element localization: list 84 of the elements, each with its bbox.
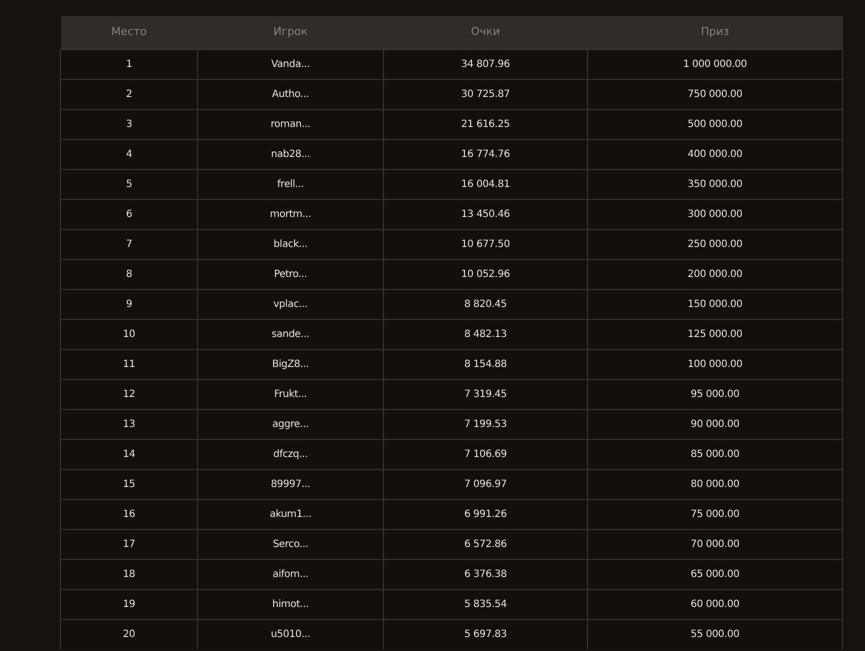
table-cell: 70 000.00 [588,529,842,559]
table-cell: 8 154.88 [384,349,588,379]
table-cell: 75 000.00 [588,499,842,529]
table-cell: 500 000.00 [588,109,842,139]
table-cell: 2 [60,79,198,109]
table-cell: 30 725.87 [384,79,588,109]
table-cell: 7 [60,229,198,259]
table-cell: 10 677.50 [384,229,588,259]
table-cell: 6 991.26 [384,499,588,529]
table-cell: 150 000.00 [588,289,842,319]
table-cell: 10 [60,319,198,349]
table-cell: 12 [60,379,198,409]
table-cell: 85 000.00 [588,439,842,469]
table-cell: 16 [60,499,198,529]
table-cell: 20 [60,619,198,649]
table-cell: 350 000.00 [588,169,842,199]
table-cell: vplac... [198,289,384,319]
table-cell: 60 000.00 [588,589,842,619]
table-cell: 5 [60,169,198,199]
table-cell: 6 [60,199,198,229]
table-cell: 3 [60,109,198,139]
table-cell: 4 [60,139,198,169]
table-cell: 125 000.00 [588,319,842,349]
table-cell: 1 000 000.00 [588,49,842,79]
table-cell: 7 106.69 [384,439,588,469]
table-cell: 16 004.81 [384,169,588,199]
table-cell: 100 000.00 [588,349,842,379]
column-header: Приз [588,16,842,49]
table-cell: 90 000.00 [588,409,842,439]
table-cell: 17 [60,529,198,559]
table-cell: 7 319.45 [384,379,588,409]
table-cell: frell... [198,169,384,199]
table-cell: 21 616.25 [384,109,588,139]
table-cell: sande... [198,319,384,349]
table-cell: aggre... [198,409,384,439]
table-cell: Petro... [198,259,384,289]
table-cell: 7 199.53 [384,409,588,439]
table-cell: 400 000.00 [588,139,842,169]
table-cell: BigZ8... [198,349,384,379]
table-cell: mortm... [198,199,384,229]
table-cell: 13 450.46 [384,199,588,229]
table-cell: 34 807.96 [384,49,588,79]
table-cell: 80 000.00 [588,469,842,499]
table-cell: 18 [60,559,198,589]
table-cell: 15 [60,469,198,499]
table-cell: 13 [60,409,198,439]
table-cell: Serco... [198,529,384,559]
table-cell: 5 835.54 [384,589,588,619]
table-cell: Autho... [198,79,384,109]
table-cell: roman... [198,109,384,139]
table-cell: akum1... [198,499,384,529]
table-cell: 200 000.00 [588,259,842,289]
table-cell: 5 697.83 [384,619,588,649]
table-cell: 250 000.00 [588,229,842,259]
table-cell: 8 482.13 [384,319,588,349]
table-cell: 89997... [198,469,384,499]
table-cell: 95 000.00 [588,379,842,409]
table-cell: himot... [198,589,384,619]
table-cell: 8 [60,259,198,289]
table-cell: 16 774.76 [384,139,588,169]
table-cell: Frukt... [198,379,384,409]
table-cell: 6 376.38 [384,559,588,589]
table-cell: 9 [60,289,198,319]
column-header: Очки [384,16,588,49]
table-cell: 8 820.45 [384,289,588,319]
table-cell: 19 [60,589,198,619]
table-cell: 11 [60,349,198,379]
table-cell: dfczq... [198,439,384,469]
table-cell: nab28... [198,139,384,169]
column-header: Игрок [198,16,384,49]
table-cell: 55 000.00 [588,619,842,649]
table-cell: aifom... [198,559,384,589]
table-cell: 7 096.97 [384,469,588,499]
column-header: Место [60,16,198,49]
table-cell: 6 572.86 [384,529,588,559]
table-cell: 300 000.00 [588,199,842,229]
table-cell: Vanda... [198,49,384,79]
table-cell: 10 052.96 [384,259,588,289]
table-cell: 1 [60,49,198,79]
table-cell: 750 000.00 [588,79,842,109]
table-cell: u5010... [198,619,384,649]
table-cell: black... [198,229,384,259]
table-cell: 14 [60,439,198,469]
table-cell: 65 000.00 [588,559,842,589]
